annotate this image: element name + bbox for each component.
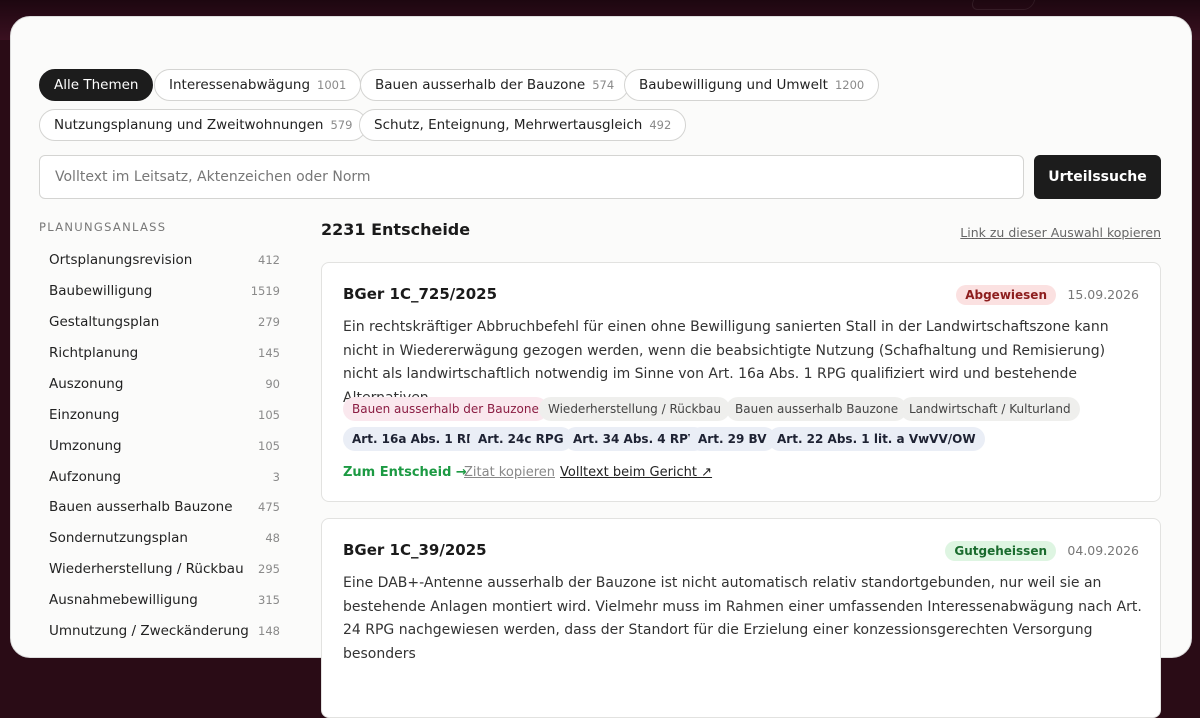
sidebar-item-auszonung[interactable]: Auszonung 90 xyxy=(39,369,284,399)
filter-pill-label: Bauen ausserhalb der Bauzone xyxy=(375,77,586,93)
filter-pill-count: 574 xyxy=(592,78,615,92)
sidebar-title: PLANUNGSANLASS xyxy=(39,220,167,234)
search-button[interactable]: Urteilssuche xyxy=(1034,155,1161,199)
sidebar-item-label: Gestaltungsplan xyxy=(49,314,160,330)
case-number: BGer 1C_39/2025 xyxy=(343,541,487,559)
decision-date: 15.09.2026 xyxy=(1067,287,1139,302)
sidebar-item-count: 3 xyxy=(272,470,280,484)
sidebar-item-umzonung[interactable]: Umzonung 105 xyxy=(39,431,284,461)
filter-pill-baubewilligung-umwelt[interactable]: Baubewilligung und Umwelt 1200 xyxy=(624,69,880,101)
filter-pill-label: Schutz, Enteignung, Mehrwertausgleich xyxy=(374,117,643,133)
fulltext-court-link[interactable]: Volltext beim Gericht ↗ xyxy=(560,465,712,480)
sidebar-item-bauen-ausserhalb-bauzone[interactable]: Bauen ausserhalb Bauzone 475 xyxy=(39,492,284,522)
sidebar-item-count: 48 xyxy=(265,531,280,545)
sidebar-item-label: Baubewilligung xyxy=(49,283,153,299)
case-number: BGer 1C_725/2025 xyxy=(343,285,498,303)
sidebar: PLANUNGSANLASS Ortsplanungsrevision 412 B… xyxy=(39,217,284,639)
sidebar-item-wiederherstellung[interactable]: Wiederherstellung / Rückbau 295 xyxy=(39,554,284,584)
sidebar-item-label: Ausnahmebewilligung xyxy=(49,592,198,608)
sidebar-item-label: Auszonung xyxy=(49,376,124,392)
filter-pill-label: Interessenabwägung xyxy=(169,77,311,93)
sidebar-item-baubewilligung[interactable]: Baubewilligung 1519 xyxy=(39,276,284,306)
sidebar-item-count: 105 xyxy=(258,439,280,453)
status-badge: Gutgeheissen xyxy=(945,541,1056,561)
filter-pill-nutzungsplanung[interactable]: Nutzungsplanung und Zweitwohnungen 579 xyxy=(39,109,368,141)
sidebar-item-ortsplanungsrevision[interactable]: Ortsplanungsrevision 412 xyxy=(39,245,284,275)
sidebar-item-count: 1519 xyxy=(250,284,280,298)
sidebar-item-count: 105 xyxy=(258,408,280,422)
filter-pill-schutz-enteignung[interactable]: Schutz, Enteignung, Mehrwertausgleich 492 xyxy=(359,109,687,141)
sidebar-item-gestaltungsplan[interactable]: Gestaltungsplan 279 xyxy=(39,307,284,337)
norm-tag[interactable]: Art. 34 Abs. 4 RPV xyxy=(564,427,707,451)
sidebar-item-ausnahmebewilligung[interactable]: Ausnahmebewilligung 315 xyxy=(39,585,284,615)
topic-tag[interactable]: Landwirtschaft / Kulturland xyxy=(900,397,1080,421)
norm-tag[interactable]: Art. 29 BV xyxy=(689,427,776,451)
filter-pill-count: 579 xyxy=(330,118,353,132)
search-input[interactable] xyxy=(39,155,1024,199)
norm-tag[interactable]: Art. 22 Abs. 1 lit. a VwVV/OW xyxy=(768,427,985,451)
results-header: 2231 Entscheide Link zu dieser Auswahl k… xyxy=(321,220,1161,244)
norm-tag[interactable]: Art. 24c RPG xyxy=(469,427,573,451)
decision-date: 04.09.2026 xyxy=(1067,543,1139,558)
result-card: BGer 1C_725/2025 Abgewiesen 15.09.2026 E… xyxy=(321,262,1161,502)
sidebar-item-label: Aufzonung xyxy=(49,469,122,485)
sidebar-item-count: 90 xyxy=(265,377,280,391)
filter-pill-interessenabwaegung[interactable]: Interessenabwägung 1001 xyxy=(154,69,362,101)
status-badge: Abgewiesen xyxy=(956,285,1056,305)
sidebar-item-umnutzung[interactable]: Umnutzung / Zweckänderung 148 xyxy=(39,616,284,646)
sidebar-item-label: Umnutzung / Zweckänderung xyxy=(49,623,249,639)
sidebar-item-count: 148 xyxy=(258,624,280,638)
case-summary: Eine DAB+-Antenne ausserhalb der Bauzone… xyxy=(343,575,1142,662)
sidebar-item-label: Ortsplanungsrevision xyxy=(49,252,193,268)
sidebar-item-sondernutzungsplan[interactable]: Sondernutzungsplan 48 xyxy=(39,523,284,553)
sidebar-item-count: 279 xyxy=(258,315,280,329)
result-card: BGer 1C_39/2025 Gutgeheissen 04.09.2026 … xyxy=(321,518,1161,718)
sidebar-item-count: 295 xyxy=(258,562,280,576)
sidebar-item-count: 315 xyxy=(258,593,280,607)
sidebar-item-label: Bauen ausserhalb Bauzone xyxy=(49,499,233,515)
topic-tag[interactable]: Wiederherstellung / Rückbau xyxy=(539,397,730,421)
search-row: Urteilssuche xyxy=(39,155,1161,199)
sidebar-item-label: Einzonung xyxy=(49,407,120,423)
sidebar-item-einzonung[interactable]: Einzonung 105 xyxy=(39,400,284,430)
sidebar-item-count: 475 xyxy=(258,500,280,514)
filter-pill-count: 1200 xyxy=(834,78,865,92)
filter-pill-count: 492 xyxy=(649,118,672,132)
sidebar-item-label: Wiederherstellung / Rückbau xyxy=(49,561,244,577)
filter-pill-label: Nutzungsplanung und Zweitwohnungen xyxy=(54,117,324,133)
sidebar-item-richtplanung[interactable]: Richtplanung 145 xyxy=(39,338,284,368)
copy-selection-link[interactable]: Link zu dieser Auswahl kopieren xyxy=(960,225,1161,240)
sidebar-item-label: Richtplanung xyxy=(49,345,139,361)
filter-pill-all[interactable]: Alle Themen xyxy=(39,69,154,101)
main-panel: Alle Themen Interessenabwägung 1001 Bauen… xyxy=(10,16,1192,718)
filter-pill-label: Alle Themen xyxy=(54,77,139,93)
open-decision-link[interactable]: Zum Entscheid → xyxy=(343,465,467,480)
filter-pill-count: 1001 xyxy=(317,78,347,92)
topic-tag[interactable]: Bauen ausserhalb Bauzone xyxy=(726,397,908,421)
sidebar-item-label: Umzonung xyxy=(49,438,122,454)
copy-citation-link[interactable]: Zitat kopieren xyxy=(464,465,555,480)
filter-pill-bauen-ausserhalb[interactable]: Bauen ausserhalb der Bauzone 574 xyxy=(360,69,630,101)
results-count: 2231 Entscheide xyxy=(321,220,471,239)
sidebar-item-count: 412 xyxy=(258,253,280,267)
case-summary: Ein rechtskräftiger Abbruchbefehl für ei… xyxy=(343,319,1109,406)
topic-tag[interactable]: Bauen ausserhalb der Bauzone xyxy=(343,397,548,421)
sidebar-item-label: Sondernutzungsplan xyxy=(49,530,188,546)
filter-pill-label: Baubewilligung und Umwelt xyxy=(639,77,828,93)
sidebar-item-aufzonung[interactable]: Aufzonung 3 xyxy=(39,462,284,492)
sidebar-item-count: 145 xyxy=(258,346,280,360)
